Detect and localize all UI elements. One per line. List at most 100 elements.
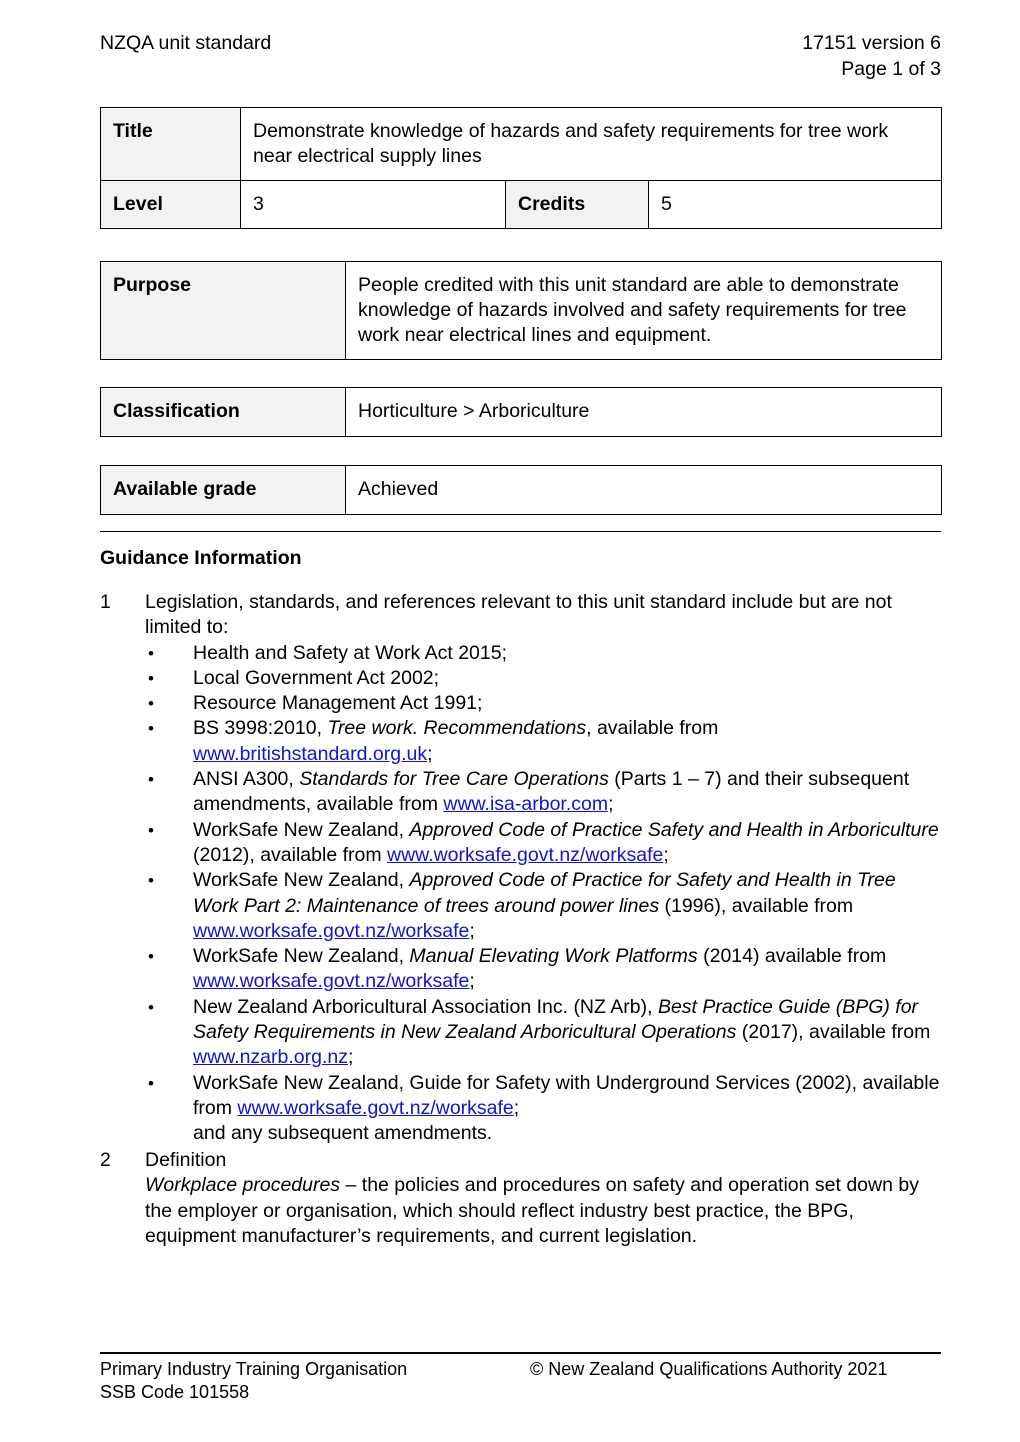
table-row-title: Title Demonstrate knowledge of hazards a… [100, 107, 943, 181]
definition-paragraph: Workplace procedures – the policies and … [145, 1173, 945, 1249]
bullet-icon: • [148, 947, 154, 967]
page-footer: Primary Industry Training Organisation ©… [100, 1358, 941, 1404]
list-item: • WorkSafe New Zealand, Approved Code of … [145, 868, 945, 944]
bullet-icon: • [148, 820, 154, 840]
list-item: • New Zealand Arboricultural Association … [145, 995, 945, 1071]
footer-ssb-code: SSB Code 101558 [100, 1382, 250, 1402]
legislation-reference-list: • Health and Safety at Work Act 2015; • Lo… [145, 641, 945, 1122]
credits-label: Credits [505, 180, 649, 229]
list-item-text-pre: BS 3998:2010, [193, 717, 328, 740]
bullet-icon: • [148, 643, 154, 663]
bullet-icon: • [148, 871, 154, 891]
purpose-label: Purpose [100, 261, 346, 360]
list-item: • Local Government Act 2002; [145, 666, 945, 691]
list-item-text-mid: (1996), available from [659, 894, 854, 917]
bullet-icon: • [148, 770, 154, 790]
classification-table: Classification Horticulture > Arboricult… [100, 387, 942, 437]
bullet-icon: • [148, 719, 154, 739]
credits-value: 5 [647, 180, 943, 229]
list-item: • Health and Safety at Work Act 2015; [145, 641, 945, 666]
list-item-link[interactable]: www.britishstandard.org.uk [193, 743, 427, 765]
bullet-icon: • [148, 694, 154, 714]
list-item-link[interactable]: www.isa-arbor.com [443, 793, 608, 815]
guidance-item-2-number: 2 [100, 1149, 111, 1171]
level-value: 3 [240, 180, 506, 229]
available-grade-table: Available grade Achieved [100, 465, 942, 515]
bullet-icon: • [148, 997, 154, 1017]
available-grade-value: Achieved [345, 465, 942, 515]
list-item: • ANSI A300, Standards for Tree Care Oper… [145, 767, 945, 818]
list-item-text-post: ; [663, 843, 669, 866]
page-header-row: NZQA unit standard 17151 version 6 [100, 30, 941, 56]
list-item-text-post: ; [469, 919, 475, 942]
list-item-text-post: ; [608, 793, 614, 816]
list-item-link[interactable]: www.nzarb.org.nz [193, 1046, 348, 1068]
list-item-text-pre: Health and Safety at Work Act 2015; [193, 641, 507, 664]
page-header: NZQA unit standard 17151 version 6 Page … [100, 30, 941, 82]
list-item: • BS 3998:2010, Tree work. Recommendation… [145, 716, 945, 767]
available-grade-label: Available grade [100, 465, 346, 515]
purpose-value: People credited with this unit standard … [345, 261, 942, 360]
list-item-text-italic: Manual Elevating Work Platforms [409, 945, 698, 968]
list-item-text-pre: Resource Management Act 1991; [193, 692, 483, 715]
list-item-text-mid: (2012), available from [193, 843, 388, 866]
list-item-link[interactable]: www.worksafe.govt.nz/worksafe [237, 1097, 513, 1119]
list-item-text-mid: (2017), available from [736, 1021, 931, 1044]
table-row-level-credits: Level 3 Credits 5 [100, 180, 943, 229]
table-row-classification: Classification Horticulture > Arboricult… [100, 387, 942, 437]
guidance-item-1-body: Legislation, standards, and references r… [145, 590, 945, 1147]
list-item-text-pre: WorkSafe New Zealand, [193, 945, 410, 968]
section-divider-top [100, 531, 941, 532]
bullet-icon: • [148, 668, 154, 688]
level-label: Level [100, 180, 241, 229]
standard-version-label: 17151 version 6 [802, 32, 941, 54]
list-item-text-italic: Approved Code of Practice Safety and Hea… [409, 818, 939, 841]
purpose-table: Purpose People credited with this unit s… [100, 261, 942, 360]
unit-standard-summary-table: Title Demonstrate knowledge of hazards a… [100, 107, 943, 229]
title-label: Title [100, 107, 241, 181]
list-item: • WorkSafe New Zealand, Approved Code of … [145, 818, 945, 869]
guidance-item-1-number: 1 [100, 591, 111, 613]
guidance-information-heading: Guidance Information [100, 547, 302, 569]
table-row-available-grade: Available grade Achieved [100, 465, 942, 515]
list-item-link[interactable]: www.worksafe.govt.nz/worksafe [387, 844, 663, 866]
definition-heading: Definition [145, 1149, 227, 1171]
list-item-text-pre: New Zealand Arboricultural Association I… [193, 995, 658, 1018]
list-item: • WorkSafe New Zealand, Manual Elevating … [145, 944, 945, 995]
list-item: • Resource Management Act 1991; [145, 691, 945, 716]
footer-copyright: © New Zealand Qualifications Authority 2… [530, 1359, 888, 1379]
list-item-text-post: ; [469, 970, 475, 993]
guidance-item-1-intro: Legislation, standards, and references r… [145, 591, 892, 639]
list-item-link[interactable]: www.worksafe.govt.nz/worksafe [193, 970, 469, 992]
list-item-text-pre: WorkSafe New Zealand, [193, 818, 410, 841]
page-number-label: Page 1 of 3 [841, 58, 941, 80]
bullet-icon: • [148, 1073, 154, 1093]
footer-organisation: Primary Industry Training Organisation [100, 1359, 408, 1379]
list-item-text-post: ; [347, 1046, 354, 1069]
guidance-item-2-body: Definition Workplace procedures – the po… [145, 1148, 945, 1249]
list-item-text-post: ; [427, 742, 433, 765]
table-row-purpose: Purpose People credited with this unit s… [100, 261, 942, 360]
document-type-label: NZQA unit standard [100, 32, 272, 54]
guidance-item-1: 1 Legislation, standards, and references… [100, 590, 945, 1147]
amendments-note: and any subsequent amendments. [193, 1122, 493, 1145]
list-item-text-pre: Local Government Act 2002; [193, 666, 440, 689]
list-item-text-italic: Standards for Tree Care Operations [299, 768, 609, 791]
classification-value: Horticulture > Arboriculture [345, 387, 942, 437]
guidance-item-1-row: 1 Legislation, standards, and references… [100, 590, 945, 1147]
document-page: NZQA unit standard 17151 version 6 Page … [0, 0, 1020, 1442]
list-item-text-pre: WorkSafe New Zealand, [193, 869, 410, 892]
list-item-text-mid: , available from [586, 717, 719, 740]
guidance-item-2: 2 Definition Workplace procedures – the … [100, 1148, 945, 1249]
list-item-link[interactable]: www.worksafe.govt.nz/worksafe [193, 920, 469, 942]
list-item-text-mid: (2014) available from [697, 945, 887, 968]
title-value: Demonstrate knowledge of hazards and saf… [239, 107, 943, 181]
definition-term: Workplace procedures [145, 1174, 341, 1197]
list-item-text-post: ; [513, 1096, 520, 1119]
list-item-text-pre: ANSI A300, [193, 768, 300, 791]
guidance-item-2-row: 2 Definition Workplace procedures – the … [100, 1148, 945, 1249]
footer-row: Primary Industry Training Organisation ©… [100, 1358, 941, 1381]
footer-divider [100, 1352, 941, 1354]
list-item-text-italic: Tree work. Recommendations [327, 717, 587, 740]
classification-label: Classification [100, 387, 346, 437]
